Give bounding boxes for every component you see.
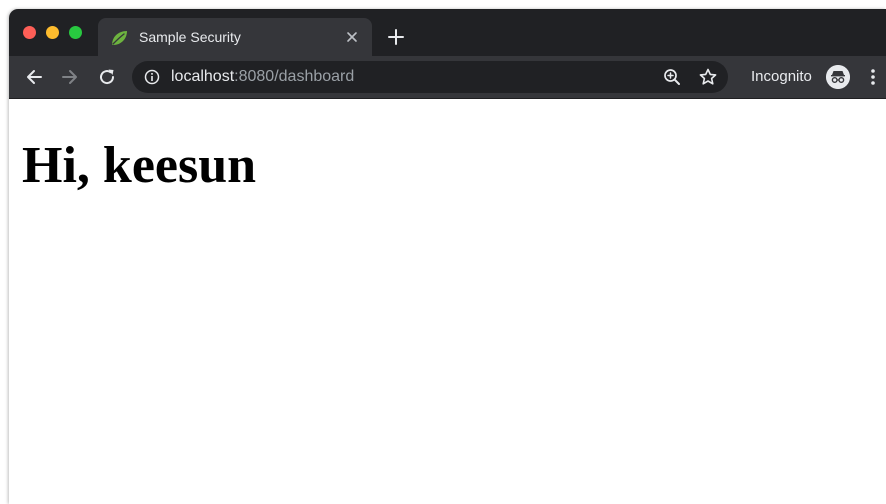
tab-title: Sample Security	[139, 29, 241, 45]
incognito-icon[interactable]	[826, 65, 850, 89]
url-text[interactable]: localhost:8080/dashboard	[171, 68, 354, 86]
page-content: Hi, keesun	[9, 99, 886, 504]
back-arrow-icon[interactable]	[24, 67, 44, 87]
info-icon[interactable]	[144, 69, 160, 85]
zoom-icon[interactable]	[662, 67, 682, 87]
kebab-menu-icon[interactable]	[867, 67, 879, 87]
window-minimize-button[interactable]	[46, 26, 59, 39]
address-bar[interactable]: localhost:8080/dashboard	[132, 61, 728, 93]
star-icon[interactable]	[698, 67, 718, 87]
browser-toolbar: localhost:8080/dashboard Incognito	[9, 56, 886, 99]
window-close-button[interactable]	[23, 26, 36, 39]
tab-strip: Sample Security	[9, 9, 886, 56]
url-path: :8080/dashboard	[234, 68, 355, 85]
page-heading: Hi, keesun	[22, 137, 257, 194]
spring-leaf-icon	[112, 31, 127, 45]
incognito-label: Incognito	[751, 68, 812, 85]
reload-icon[interactable]	[97, 67, 117, 87]
close-icon[interactable]	[344, 29, 360, 45]
url-host: localhost	[171, 68, 235, 85]
forward-arrow-icon[interactable]	[60, 67, 80, 87]
new-tab-plus-icon[interactable]	[386, 27, 406, 47]
tab-sample-security[interactable]: Sample Security	[98, 18, 372, 56]
browser-window: Sample Security localhost:8080/dashboard…	[9, 9, 886, 504]
window-zoom-button[interactable]	[69, 26, 82, 39]
